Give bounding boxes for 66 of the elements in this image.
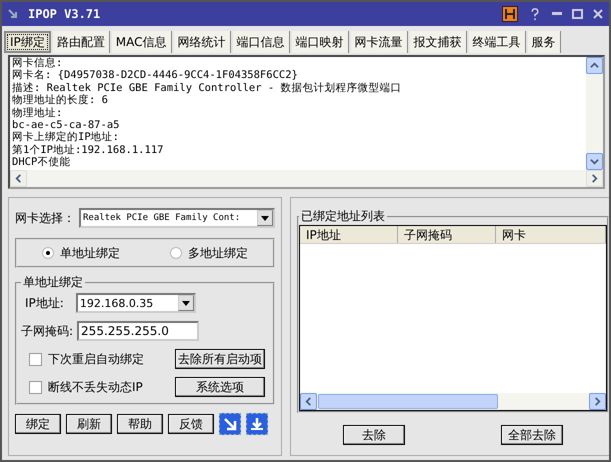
- tab[interactable]: 终端工具: [468, 31, 526, 53]
- tab[interactable]: 端口映射: [292, 31, 349, 53]
- horizontal-scrollbar[interactable]: [300, 393, 606, 410]
- column-header[interactable]: IP地址: [300, 226, 398, 243]
- info-line: DHCP不使能: [12, 156, 72, 169]
- radio-icon[interactable]: [42, 247, 54, 259]
- ip-label: IP地址:: [25, 294, 64, 312]
- ip-dropdown[interactable]: 192.168.0.35: [76, 293, 196, 313]
- tab[interactable]: 网络统计: [174, 31, 231, 53]
- column-header[interactable]: 网卡: [496, 226, 606, 243]
- minimize-icon[interactable]: [552, 12, 562, 16]
- checkbox-icon[interactable]: [29, 352, 42, 366]
- tab[interactable]: 服务: [528, 31, 561, 53]
- tab[interactable]: 端口信息: [232, 31, 290, 53]
- radio-icon[interactable]: [170, 247, 182, 259]
- tab[interactable]: 路由配置: [52, 31, 110, 53]
- window-title: IPOP V3.71: [28, 7, 102, 21]
- adapter-label: 网卡选择：: [15, 210, 75, 226]
- info-line: bc-ae-c5-ca-87-a5: [12, 119, 120, 132]
- group-title: 单地址绑定: [22, 274, 84, 291]
- maximize-icon[interactable]: [572, 9, 583, 19]
- mode-radio[interactable]: 多地址绑定: [170, 244, 248, 262]
- info-line: 网卡信息:: [12, 57, 64, 69]
- app-icon[interactable]: [502, 6, 518, 22]
- caret-icon: [182, 300, 190, 306]
- adapter-dropdown[interactable]: Realtek PCIe GBE Family Cont:: [79, 208, 275, 228]
- info-line: 物理地址的长度: 6: [12, 94, 109, 107]
- close-icon[interactable]: [593, 9, 603, 19]
- option-checkbox[interactable]: 下次重启自动绑定: [29, 350, 144, 368]
- download-button[interactable]: [246, 413, 268, 435]
- checkbox-icon[interactable]: [29, 380, 42, 394]
- tab[interactable]: 网卡流量: [350, 31, 408, 53]
- scroll-left-icon[interactable]: [300, 393, 317, 410]
- mask-field[interactable]: 255.255.255.0: [77, 321, 200, 341]
- scroll-down-icon[interactable]: [586, 153, 603, 170]
- info-text-area[interactable]: 网卡信息: 网卡名: {D4957038-D2CD-4446-9CC4-1F04358F6CC2} 描述: Realtek PCIe GBE Family Controller - 数据包计划程序微型端口 物理地址的长度: 6 物理地址: bc-ae-c5-ca-87-a5 网卡上绑定的IP地址: 第1个IP地址:192.168.1.117 DHCP不使能: [8, 55, 605, 189]
- tab[interactable]: IP绑定: [4, 31, 51, 53]
- download-icon: [250, 417, 264, 431]
- info-line: 网卡上绑定的IP地址:: [12, 131, 120, 144]
- arrow-icon: [8, 9, 18, 19]
- remove-button[interactable]: 全部去除: [501, 425, 563, 445]
- scroll-up-icon[interactable]: [586, 57, 603, 74]
- vertical-scrollbar[interactable]: [586, 57, 603, 170]
- mask-label: 子网掩码:: [21, 322, 74, 340]
- arrow-button[interactable]: [219, 413, 241, 435]
- mode-radio[interactable]: 单地址绑定: [42, 244, 120, 262]
- info-line: 物理地址:: [12, 106, 64, 120]
- action-button[interactable]: 刷新: [66, 414, 112, 434]
- option-button[interactable]: 去除所有启动项: [175, 349, 265, 369]
- action-button[interactable]: 反馈: [168, 414, 214, 434]
- address-list[interactable]: IP地址 子网掩码 网卡: [299, 225, 607, 411]
- info-line: 描述: Realtek PCIe GBE Family Controller - 数据包计划程序微型端口: [12, 82, 403, 94]
- scroll-right-icon[interactable]: [589, 393, 606, 410]
- remove-button[interactable]: 去除: [343, 425, 405, 445]
- tab[interactable]: MAC信息: [112, 31, 172, 53]
- group-title: 已绑定地址列表: [300, 208, 386, 225]
- action-button[interactable]: 帮助: [117, 414, 163, 434]
- column-header[interactable]: 子网掩码: [398, 226, 496, 243]
- action-button[interactable]: 绑定: [15, 414, 61, 434]
- arrow-icon: [223, 417, 237, 431]
- option-checkbox[interactable]: 断线不丢失动态IP: [29, 378, 143, 396]
- info-line: 第1个IP地址:192.168.1.117: [12, 144, 164, 156]
- tab[interactable]: 报文捕获: [410, 31, 467, 53]
- caret-icon: [261, 216, 269, 220]
- info-line: 网卡名: {D4957038-D2CD-4446-9CC4-1F04358F6CC2}: [12, 69, 299, 82]
- option-button[interactable]: 系统选项: [175, 377, 265, 397]
